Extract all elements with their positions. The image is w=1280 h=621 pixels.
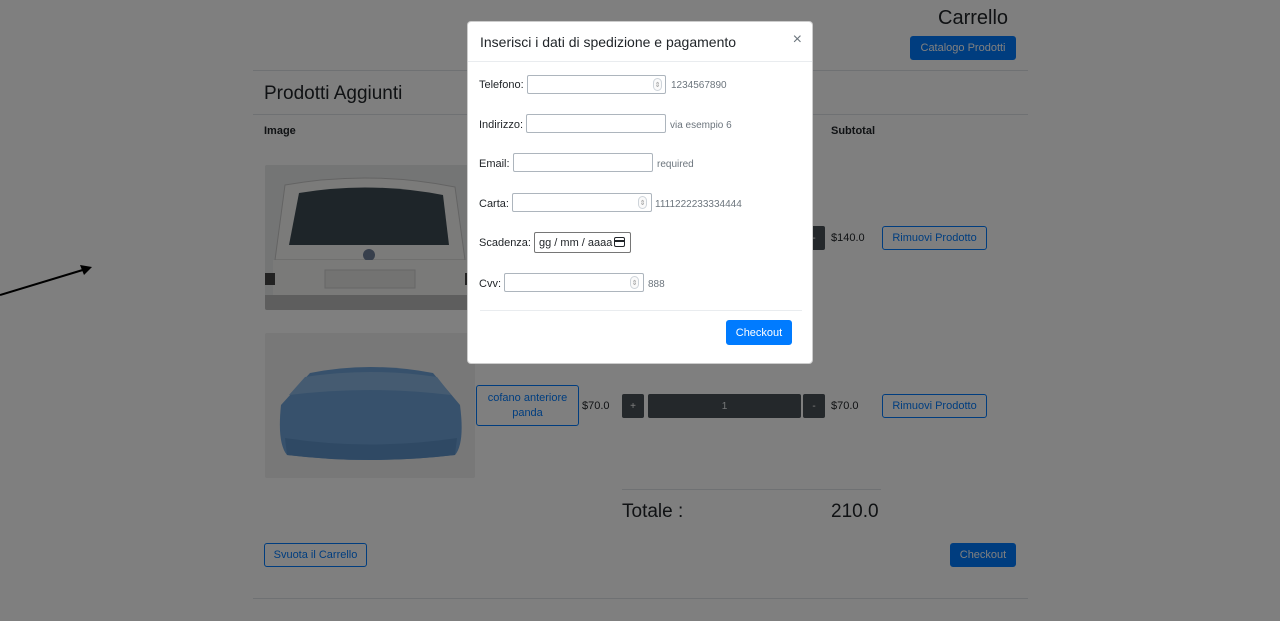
calendar-icon[interactable]	[614, 237, 625, 247]
spinner-icon[interactable]: ⇕	[638, 196, 647, 209]
phone-label: Telefono:	[479, 79, 524, 91]
address-label: Indirizzo:	[479, 119, 524, 131]
email-label: Email:	[479, 158, 510, 170]
modal-checkout-button[interactable]: Checkout	[726, 320, 792, 345]
address-input[interactable]	[526, 114, 666, 133]
modal-title: Inserisci i dati di spedizione e pagamen…	[480, 34, 737, 50]
email-hint: required	[657, 159, 694, 170]
cvv-hint: 888	[648, 279, 665, 290]
spinner-icon[interactable]: ⇕	[653, 78, 662, 91]
phone-input[interactable]	[527, 75, 666, 94]
address-hint: via esempio 6	[670, 120, 732, 131]
phone-hint: 1234567890	[671, 80, 727, 91]
arrow-icon	[0, 265, 92, 296]
checkout-modal: Inserisci i dati di spedizione e pagamen…	[467, 21, 813, 364]
spinner-icon[interactable]: ⇕	[630, 276, 639, 289]
card-input[interactable]	[512, 193, 652, 212]
cvv-label: Cvv:	[479, 278, 501, 290]
expiry-label: Scadenza:	[479, 237, 531, 249]
modal-header: Inserisci i dati di spedizione e pagamen…	[468, 22, 812, 62]
email-input[interactable]	[513, 153, 653, 172]
cvv-input[interactable]	[504, 273, 644, 292]
modal-divider	[480, 310, 802, 311]
close-icon[interactable]: ×	[793, 32, 802, 48]
card-label: Carta:	[479, 198, 509, 210]
card-hint: 1111222233334444	[655, 199, 742, 210]
